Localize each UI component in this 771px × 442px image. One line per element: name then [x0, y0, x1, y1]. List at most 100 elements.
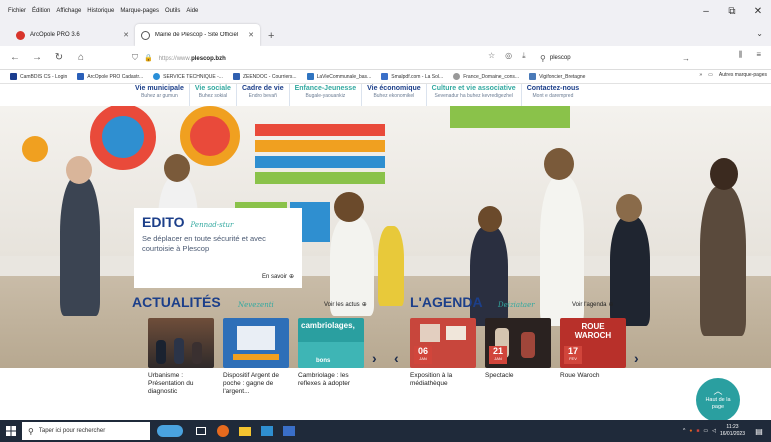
menu-edition[interactable]: Édition: [32, 8, 50, 14]
website-viewport: Vie municipale Buhez ar gumun Vie sociale…: [0, 84, 771, 420]
bookmark-item[interactable]: Vigifoncier_Bretagne: [529, 73, 585, 80]
menu-aide[interactable]: Aide: [186, 8, 198, 14]
news-card[interactable]: cambriolages, bons Cambriolage : les ref…: [298, 318, 364, 388]
taskbar: ⚲ Taper ici pour rechercher: [0, 420, 771, 442]
date-day: 17: [567, 346, 578, 356]
app-icon[interactable]: [256, 420, 278, 442]
nav-subtitle: Sevenadur ha buhez kevredigezhel: [434, 93, 513, 99]
close-icon[interactable]: ✕: [745, 0, 771, 22]
clock[interactable]: 11:23 16/01/2023: [720, 424, 745, 438]
task-view-icon[interactable]: [190, 420, 212, 442]
nav-title: Vie sociale: [194, 85, 231, 92]
event-card[interactable]: 06 JAN Exposition à la médiathèque: [410, 318, 476, 388]
bookmark-item[interactable]: LaVieCommunale_bas...: [306, 73, 371, 80]
cortana-icon[interactable]: [150, 420, 190, 442]
home-icon[interactable]: ⌂: [74, 52, 88, 63]
tray-chevron-icon[interactable]: ^: [683, 428, 685, 434]
event-card[interactable]: ROUE WAROCH 17 FEV Roue Waroch: [560, 318, 626, 380]
news-card[interactable]: Urbanisme : Présentation du diagnostic: [148, 318, 214, 396]
nav-vie-economique[interactable]: Vie économique Buhez ekonomikel: [362, 84, 427, 106]
child-head: [334, 192, 364, 222]
library-icon[interactable]: ⫼: [739, 50, 743, 60]
firefox-icon[interactable]: [212, 420, 234, 442]
tray-app-icon[interactable]: ●: [689, 428, 692, 434]
bookmark-item[interactable]: ZEENDOC - Courriers...: [232, 73, 297, 80]
back-to-top-button[interactable]: ︿ Haut de la page: [696, 378, 740, 420]
tab-list-icon[interactable]: ⌄: [756, 29, 763, 38]
menu-fichier[interactable]: Fichier: [8, 8, 26, 14]
date-badge: 17 FEV: [564, 346, 582, 364]
agenda-prev-arrow[interactable]: ‹: [394, 350, 399, 366]
bookmark-star-icon[interactable]: ☆: [488, 51, 495, 61]
nav-enfance-jeunesse[interactable]: Enfance-Jeunesse Bugale-yaouankiz: [290, 84, 363, 106]
close-tab-icon[interactable]: ✕: [123, 31, 129, 39]
bookmark-favicon-icon: [381, 73, 389, 80]
edito-card[interactable]: EDITO Pennad-stur Se déplacer en toute sé…: [134, 208, 302, 288]
decor-ring: [22, 136, 48, 162]
nav-vie-sociale[interactable]: Vie sociale Buhez sokial: [190, 84, 237, 106]
menu-outils[interactable]: Outils: [165, 8, 180, 14]
agenda-next-arrow[interactable]: ›: [634, 350, 639, 366]
notification-icon[interactable]: ▤: [751, 423, 767, 439]
menu-marque-pages[interactable]: Marque-pages: [120, 8, 159, 14]
toolbar-right: ⫼ ≡: [739, 50, 761, 60]
tab-arcopole[interactable]: ArcOpole PRO 3.6 ✕: [10, 24, 135, 46]
back-icon[interactable]: ←: [8, 52, 22, 63]
link-label: Voir l'agenda: [572, 301, 607, 308]
bookmark-item[interactable]: ArcOpole PRO Cadastr...: [77, 73, 143, 80]
edito-more-link[interactable]: En savoir ⊕: [262, 273, 294, 281]
nav-subtitle: Buhez ekonomikel: [373, 93, 415, 99]
nav-subtitle: Buhez sokial: [198, 93, 228, 99]
taskbar-search[interactable]: ⚲ Taper ici pour rechercher: [22, 422, 150, 440]
news-next-arrow[interactable]: ›: [372, 350, 377, 366]
nav-cadre-de-vie[interactable]: Cadre de vie Endro bevañ: [237, 84, 290, 106]
link-label: Voir les actus: [324, 301, 360, 308]
window-controls: – ⧉ ✕: [693, 0, 771, 22]
bookmark-item[interactable]: Smalpdf.com - La Sol...: [381, 73, 443, 80]
forward-icon[interactable]: →: [30, 52, 44, 63]
close-tab-icon[interactable]: ✕: [248, 31, 254, 39]
nav-culture[interactable]: Culture et vie associative Sevenadur ha b…: [427, 84, 522, 106]
bookmark-item[interactable]: SERVICE TECHNIQUE -...: [153, 73, 223, 80]
pocket-icon[interactable]: ◎: [505, 51, 512, 61]
search-field[interactable]: ⚲ plescop →: [540, 50, 690, 66]
news-card[interactable]: Dispositif Argent de poche : gagne de l'…: [223, 318, 289, 396]
chevron-right-icon[interactable]: »: [699, 72, 702, 78]
tab-plescop[interactable]: Mairie de Plescop - Site Officiel ✕: [135, 24, 260, 46]
nav-title: Vie municipale: [135, 85, 184, 92]
menu-affichage[interactable]: Affichage: [56, 8, 81, 14]
bookmark-item[interactable]: France_Domaine_cons...: [453, 73, 519, 80]
bookmark-item[interactable]: CamBDIS CS - Login: [10, 73, 67, 80]
event-card[interactable]: 21 JAN Spectacle: [485, 318, 551, 380]
hamburger-menu-icon[interactable]: ≡: [756, 50, 761, 60]
nav-contact[interactable]: Contactez-nous Mont e darempred: [522, 84, 585, 106]
edito-title: EDITO: [142, 214, 185, 230]
news-image: cambriolages, bons: [298, 318, 364, 368]
reload-icon[interactable]: ↻: [52, 52, 66, 63]
nav-title: Culture et vie associative: [431, 85, 516, 92]
url-bar[interactable]: ⛉ 🔒 https://www.plescop.bzh: [128, 49, 496, 67]
child-head: [66, 156, 92, 184]
nav-vie-municipale[interactable]: Vie municipale Buhez ar gumun: [130, 84, 190, 106]
search-go-icon[interactable]: →: [682, 54, 690, 63]
news-image: [148, 318, 214, 368]
site-nav: Vie municipale Buhez ar gumun Vie sociale…: [130, 84, 584, 106]
agenda-link[interactable]: Voir l'agenda ⊕: [572, 301, 614, 309]
decor-stripe: [255, 172, 385, 184]
app-icon[interactable]: [278, 420, 300, 442]
actualites-title: ACTUALITÉS: [132, 294, 221, 310]
file-explorer-icon[interactable]: [234, 420, 256, 442]
download-icon[interactable]: ⤓: [522, 51, 526, 61]
new-tab-icon[interactable]: +: [260, 30, 282, 46]
other-bookmarks-label[interactable]: Autres marque-pages: [719, 72, 767, 78]
child-figure: [470, 226, 508, 326]
network-icon[interactable]: ▭: [703, 428, 708, 434]
menu-historique[interactable]: Historique: [87, 8, 114, 14]
minimize-icon[interactable]: –: [693, 0, 719, 22]
maximize-icon[interactable]: ⧉: [719, 0, 745, 22]
windows-start-icon[interactable]: [0, 420, 22, 442]
bookmarks-bar: CamBDIS CS - Login ArcOpole PRO Cadastr.…: [0, 70, 771, 84]
volume-icon[interactable]: ◁: [712, 428, 716, 434]
tray-app-icon[interactable]: ■: [696, 428, 699, 434]
actualites-link[interactable]: Voir les actus ⊕: [324, 301, 367, 309]
